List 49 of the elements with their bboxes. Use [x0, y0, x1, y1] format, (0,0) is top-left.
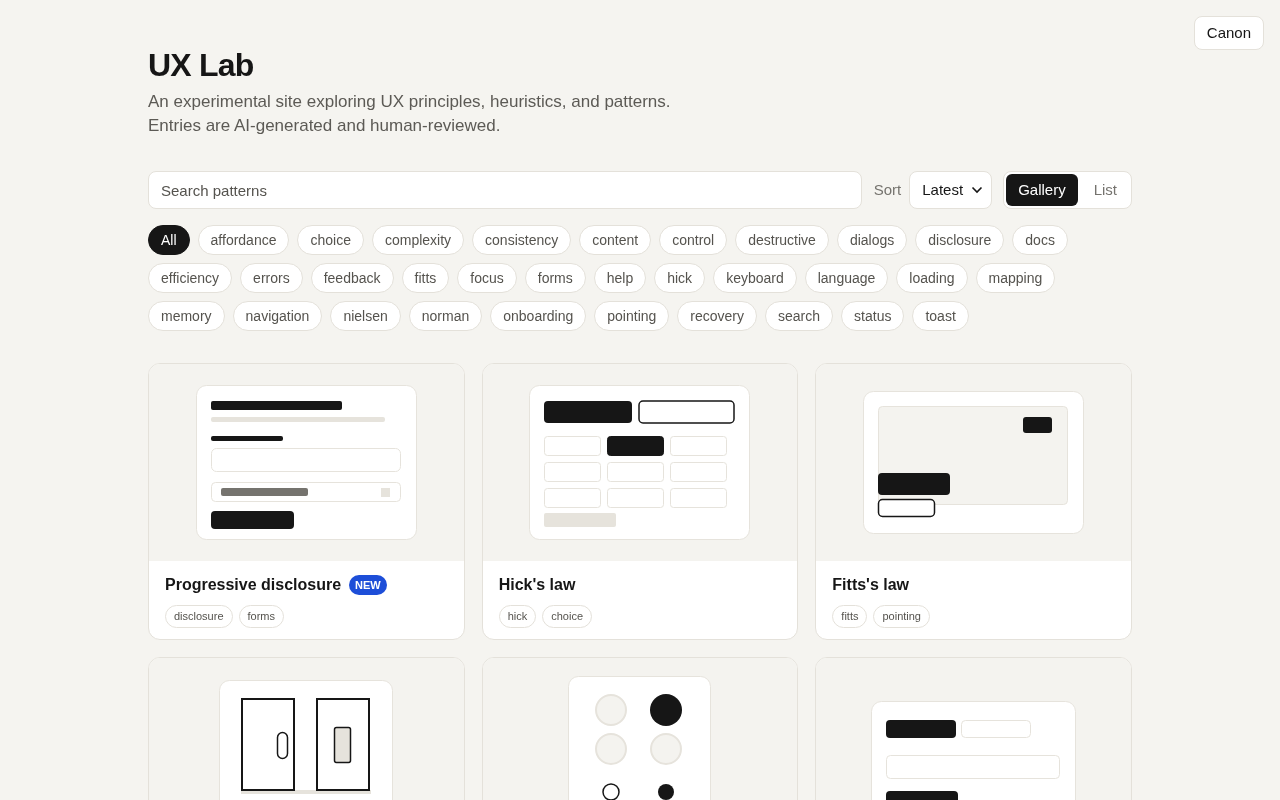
search-field[interactable]: Search patterns — [148, 171, 862, 209]
filter-chip[interactable]: content — [579, 225, 652, 255]
filter-chip[interactable]: recovery — [677, 301, 758, 331]
filter-chip[interactable]: help — [593, 263, 647, 293]
filter-chip[interactable]: consistency — [472, 225, 572, 255]
filter-chip[interactable]: forms — [524, 263, 586, 293]
sort-dropdown[interactable]: Latest — [909, 171, 993, 209]
chevron-down-icon — [971, 186, 984, 194]
filter-chip[interactable]: complexity — [371, 225, 465, 255]
filter-chip[interactable]: loading — [896, 263, 968, 293]
filter-chip[interactable]: hick — [654, 263, 706, 293]
filter-chip[interactable]: efficiency — [148, 263, 233, 293]
filter-chip[interactable]: dialogs — [836, 225, 908, 255]
filter-chip[interactable]: norman — [408, 301, 483, 331]
filter-chip[interactable]: disclosure — [915, 225, 1005, 255]
filter-chip[interactable]: mapping — [975, 263, 1056, 293]
filter-chip[interactable]: All — [148, 225, 190, 255]
view-tab[interactable]: Gallery — [1006, 174, 1078, 206]
site-title: UX Lab — [148, 46, 255, 85]
filter-chip[interactable]: choice — [297, 225, 364, 255]
site-description: An experimental site exploring UX principles, heuristics, and patterns. Entries are AI-generated and human-reviewed. — [148, 91, 672, 137]
filter-chip[interactable]: affordance — [197, 225, 290, 255]
filter-chip[interactable]: search — [765, 301, 834, 331]
filter-chip[interactable]: nielsen — [330, 301, 401, 331]
canon-button[interactable]: Canon — [1193, 16, 1264, 50]
pattern-card[interactable]: Progressive disclosure NEW disclosure forms — [148, 363, 465, 640]
card-title: Hick's law — [498, 575, 576, 595]
filter-chip[interactable]: navigation — [232, 301, 323, 331]
filter-chip[interactable]: status — [841, 301, 905, 331]
pattern-card[interactable]: Hick's law hick choice — [481, 363, 799, 640]
filter-chip[interactable]: docs — [1012, 225, 1068, 255]
filter-chip[interactable]: toast — [912, 301, 969, 331]
filter-chip[interactable]: errors — [240, 263, 303, 293]
filter-chip[interactable]: onboarding — [490, 301, 587, 331]
filter-chip[interactable]: control — [659, 225, 728, 255]
card-title: Fitts's law — [832, 575, 910, 595]
sort-label: Sort — [873, 179, 902, 200]
filter-chip[interactable]: fitts — [401, 263, 450, 293]
filter-chip[interactable]: pointing — [594, 301, 670, 331]
pattern-card[interactable]: Fitts's law fitts pointing — [815, 363, 1132, 640]
filter-chip[interactable]: destructive — [735, 225, 829, 255]
filter-chip[interactable]: memory — [148, 301, 225, 331]
card-title: Progressive disclosure — [165, 575, 342, 595]
filter-chip[interactable]: focus — [457, 263, 517, 293]
view-tab[interactable]: List — [1081, 174, 1129, 206]
filter-chip[interactable]: keyboard — [713, 263, 797, 293]
new-badge: NEW — [349, 574, 387, 596]
filter-chip[interactable]: feedback — [310, 263, 394, 293]
filter-chip[interactable]: language — [804, 263, 889, 293]
